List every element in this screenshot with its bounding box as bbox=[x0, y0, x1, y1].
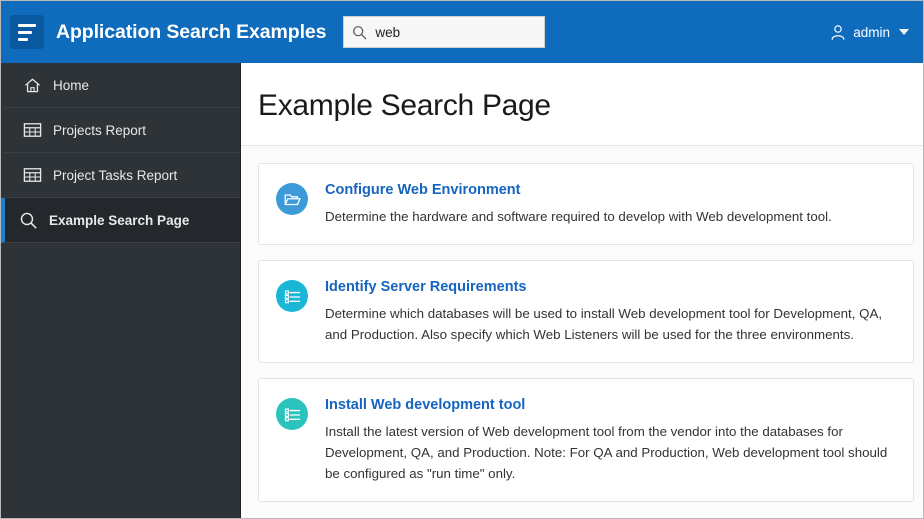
sidebar-item-project-tasks-report[interactable]: Project Tasks Report bbox=[1, 153, 240, 198]
sidebar-item-label: Home bbox=[53, 77, 90, 93]
search-result-card[interactable]: Install Web development tool Install the… bbox=[258, 378, 914, 502]
search-input[interactable] bbox=[375, 17, 537, 47]
sidebar-item-label: Projects Report bbox=[53, 122, 147, 138]
search-result-body: Install Web development tool Install the… bbox=[325, 396, 895, 484]
app-header: Application Search Examples admin bbox=[1, 1, 923, 63]
hamburger-line bbox=[18, 30, 32, 34]
hamburger-menu-icon[interactable] bbox=[10, 15, 44, 49]
table-grid-icon bbox=[19, 122, 45, 138]
sidebar: Home Projects Report Project Tasks Repor… bbox=[1, 63, 241, 518]
search-result-description: Determine the hardware and software requ… bbox=[325, 209, 832, 224]
search-result-description: Determine which databases will be used t… bbox=[325, 306, 883, 342]
hamburger-line bbox=[18, 23, 36, 27]
table-grid-icon bbox=[19, 167, 45, 183]
page-title: Example Search Page bbox=[258, 89, 551, 122]
main-content: Example Search Page Configure Web Enviro… bbox=[241, 63, 923, 518]
app-title: Application Search Examples bbox=[56, 20, 327, 43]
search-icon bbox=[353, 25, 367, 39]
page-title-bar: Example Search Page bbox=[241, 63, 923, 146]
list-icon bbox=[276, 280, 308, 312]
search-result-card[interactable]: Configure Web Environment Determine the … bbox=[258, 163, 914, 245]
search-result-card[interactable]: Identify Server Requirements Determine w… bbox=[258, 260, 914, 363]
sidebar-item-home[interactable]: Home bbox=[1, 63, 240, 108]
application-window: Application Search Examples admin bbox=[0, 0, 924, 519]
folder-open-icon bbox=[276, 183, 308, 215]
search-result-title-link[interactable]: Install Web development tool bbox=[325, 397, 525, 413]
chevron-down-icon bbox=[899, 29, 909, 35]
hamburger-line bbox=[18, 37, 28, 41]
app-body: Home Projects Report Project Tasks Repor… bbox=[1, 63, 923, 518]
search-results-list: Configure Web Environment Determine the … bbox=[241, 146, 923, 518]
search-result-title-link[interactable]: Identify Server Requirements bbox=[325, 279, 526, 295]
search-result-title-link[interactable]: Configure Web Environment bbox=[325, 182, 521, 198]
user-avatar-icon bbox=[831, 24, 845, 40]
search-result-body: Identify Server Requirements Determine w… bbox=[325, 278, 895, 345]
sidebar-item-example-search-page[interactable]: Example Search Page bbox=[1, 198, 240, 243]
search-box[interactable] bbox=[343, 16, 546, 48]
list-icon bbox=[276, 398, 308, 430]
home-icon bbox=[19, 76, 45, 95]
search-result-description: Install the latest version of Web develo… bbox=[325, 424, 888, 481]
search-result-body: Configure Web Environment Determine the … bbox=[325, 181, 895, 227]
sidebar-item-label: Project Tasks Report bbox=[53, 167, 178, 183]
search-icon bbox=[15, 211, 41, 230]
user-menu[interactable]: admin bbox=[830, 1, 909, 63]
sidebar-item-label: Example Search Page bbox=[49, 212, 190, 228]
user-menu-label: admin bbox=[853, 24, 890, 40]
sidebar-item-projects-report[interactable]: Projects Report bbox=[1, 108, 240, 153]
